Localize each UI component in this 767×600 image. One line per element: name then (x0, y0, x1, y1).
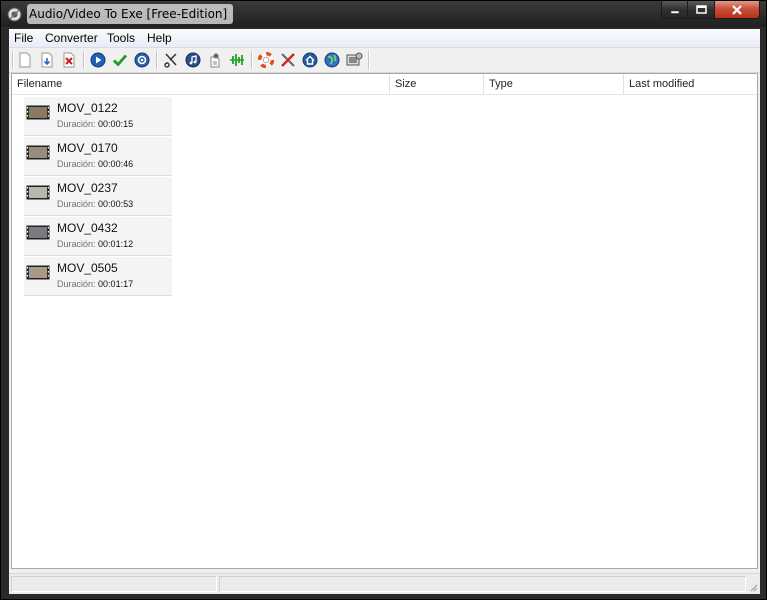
video-file-icon (26, 145, 50, 160)
check-icon (113, 54, 128, 67)
list-item[interactable]: MOV_0505 Duración: 00:01:17 (24, 257, 172, 296)
file-name: MOV_0432 (57, 221, 118, 235)
menu-help[interactable]: Help (147, 30, 172, 46)
file-duration: Duración: 00:01:12 (57, 239, 134, 249)
music-icon (185, 52, 201, 68)
file-list[interactable]: Filename Size Type Last modified MOV_012… (11, 73, 758, 569)
close-button[interactable] (715, 1, 760, 19)
status-pane-left (11, 576, 217, 592)
list-item[interactable]: MOV_0237 Duración: 00:00:53 (24, 177, 172, 216)
video-file-icon (26, 225, 50, 240)
new-icon (19, 52, 31, 68)
play-icon (90, 52, 106, 68)
home-icon (302, 52, 318, 68)
title-bar[interactable]: Audio/Video To Exe [Free-Edition] (1, 1, 766, 28)
cut-icon (164, 53, 177, 68)
file-duration: Duración: 00:01:17 (57, 279, 134, 289)
file-duration: Duración: 00:00:46 (57, 159, 134, 169)
add-file-icon (41, 52, 53, 68)
help-lifebuoy-icon (258, 52, 274, 68)
about-icon (346, 52, 363, 66)
globe-icon (324, 52, 340, 68)
new-button[interactable] (16, 51, 34, 69)
toolbar-separator (12, 51, 14, 69)
cut-button[interactable] (162, 51, 180, 69)
window-title: Audio/Video To Exe [Free-Edition] (27, 4, 234, 24)
music-button[interactable] (184, 51, 202, 69)
tools-button[interactable] (279, 51, 297, 69)
list-header: Filename Size Type Last modified (12, 74, 757, 95)
toolbar-separator (156, 51, 158, 69)
column-last-modified[interactable]: Last modified (624, 74, 757, 94)
play-button[interactable] (89, 51, 107, 69)
status-bar (9, 573, 760, 594)
delete-icon (63, 52, 75, 68)
menu-bar: File Converter Tools Help (9, 29, 760, 48)
toolbar-separator (83, 51, 85, 69)
column-filename[interactable]: Filename (12, 74, 390, 94)
client-area: File Converter Tools Help Filename Size … (8, 28, 761, 594)
extract-icon (210, 53, 220, 68)
app-icon[interactable] (7, 7, 22, 22)
minimize-button[interactable] (661, 1, 688, 19)
list-item[interactable]: MOV_0122 Duración: 00:00:15 (24, 97, 172, 136)
file-name: MOV_0170 (57, 141, 118, 155)
file-duration: Duración: 00:00:53 (57, 199, 134, 209)
add-file-button[interactable] (38, 51, 56, 69)
globe-button[interactable] (323, 51, 341, 69)
resize-grip-icon[interactable] (748, 582, 758, 592)
help-lifebuoy-button[interactable] (257, 51, 275, 69)
app-window: Audio/Video To Exe [Free-Edition] File C… (0, 0, 767, 600)
minimize-icon (670, 10, 679, 14)
file-name: MOV_0122 (57, 101, 118, 115)
video-file-icon (26, 185, 50, 200)
column-type[interactable]: Type (484, 74, 624, 94)
video-file-icon (26, 105, 50, 120)
check-button[interactable] (111, 51, 129, 69)
menu-tools[interactable]: Tools (107, 30, 135, 46)
list-item[interactable]: MOV_0170 Duración: 00:00:46 (24, 137, 172, 176)
equalizer-button[interactable] (228, 51, 246, 69)
menu-converter[interactable]: Converter (45, 30, 98, 46)
close-icon (732, 4, 742, 15)
toolbar-separator (368, 51, 370, 69)
file-name: MOV_0505 (57, 261, 118, 275)
tools-icon (281, 53, 295, 67)
settings-button[interactable] (133, 51, 151, 69)
file-name: MOV_0237 (57, 181, 118, 195)
delete-button[interactable] (60, 51, 78, 69)
equalizer-icon (230, 54, 244, 66)
toolbar (9, 48, 760, 73)
about-button[interactable] (345, 51, 363, 69)
extract-button[interactable] (206, 51, 224, 69)
video-file-icon (26, 265, 50, 280)
column-size[interactable]: Size (390, 74, 484, 94)
home-button[interactable] (301, 51, 319, 69)
toolbar-separator (251, 51, 253, 69)
list-item[interactable]: MOV_0432 Duración: 00:01:12 (24, 217, 172, 256)
menu-file[interactable]: File (14, 30, 33, 46)
maximize-button[interactable] (688, 1, 715, 19)
caption-buttons (661, 1, 760, 20)
status-pane-right (219, 576, 746, 592)
maximize-icon (695, 5, 707, 14)
settings-icon (134, 52, 150, 68)
file-duration: Duración: 00:00:15 (57, 119, 134, 129)
